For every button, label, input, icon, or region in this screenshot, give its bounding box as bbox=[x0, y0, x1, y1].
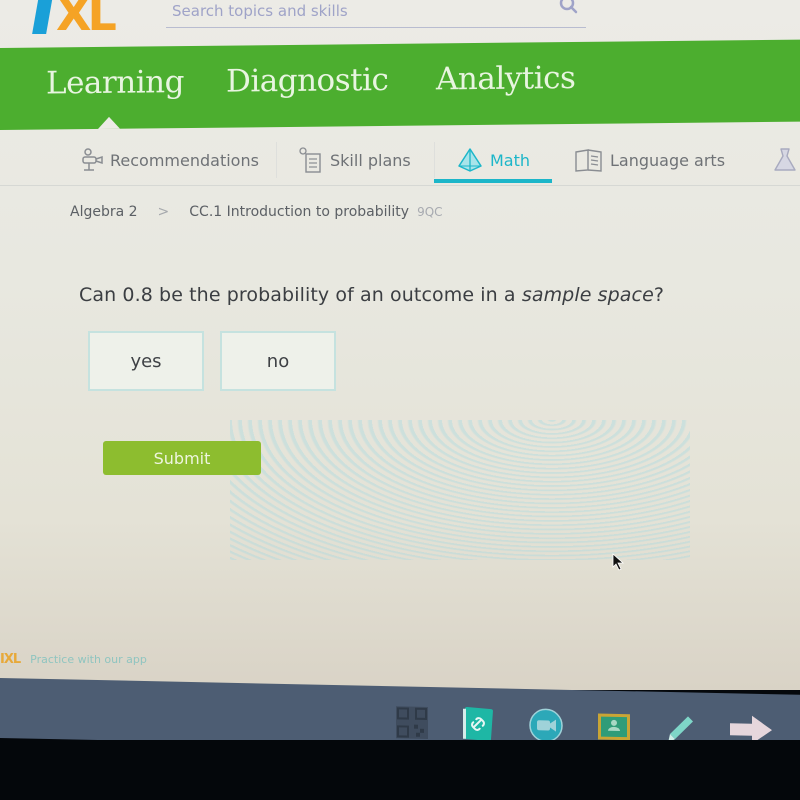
search-input[interactable] bbox=[166, 0, 546, 26]
tab-label: Recommendations bbox=[110, 150, 259, 170]
nav-diagnostic[interactable]: Diagnostic bbox=[226, 62, 388, 100]
tab-divider bbox=[434, 142, 435, 178]
question-text: Can 0.8 be the probability of an outcome… bbox=[79, 284, 664, 306]
skill-code: 9QC bbox=[417, 205, 443, 219]
link-notebook-icon[interactable] bbox=[460, 706, 496, 743]
tab-divider bbox=[276, 142, 277, 178]
breadcrumb-separator: > bbox=[157, 204, 170, 220]
active-nav-pointer bbox=[98, 116, 120, 129]
active-tab-underline bbox=[434, 179, 552, 183]
tab-label: Skill plans bbox=[330, 150, 411, 170]
video-camera-icon[interactable] bbox=[528, 707, 564, 744]
tab-language-arts[interactable]: Language arts bbox=[574, 142, 725, 178]
mini-ixl-logo: IXL bbox=[0, 652, 21, 667]
question-emphasis: sample space bbox=[521, 284, 654, 306]
tab-label: Language arts bbox=[610, 150, 726, 170]
screen-moire-pattern bbox=[230, 420, 690, 560]
main-nav: Learning Diagnostic Analytics bbox=[0, 39, 800, 130]
recommendations-icon bbox=[82, 148, 103, 171]
nav-analytics[interactable]: Analytics bbox=[436, 60, 575, 97]
question-part: Can 0.8 be the probability of an outcome… bbox=[79, 284, 522, 306]
search-bar bbox=[166, 0, 586, 28]
submit-button[interactable]: Submit bbox=[103, 441, 261, 475]
math-pyramid-icon bbox=[458, 148, 482, 172]
nav-learning[interactable]: Learning bbox=[46, 64, 184, 101]
logo-xl: XL bbox=[56, 0, 117, 41]
skill-plans-icon bbox=[299, 147, 321, 173]
qr-code-icon[interactable] bbox=[394, 704, 430, 741]
app-promo[interactable]: IXL Practice with our app bbox=[0, 652, 147, 667]
book-icon bbox=[575, 149, 602, 172]
search-icon[interactable] bbox=[558, 0, 580, 18]
monitor-bezel bbox=[0, 740, 800, 800]
science-flask-icon bbox=[774, 148, 796, 171]
tab-label: Math bbox=[490, 150, 531, 170]
mouse-cursor-icon bbox=[612, 553, 625, 571]
breadcrumb-skill: CC.1 Introduction to probability bbox=[189, 204, 410, 220]
tab-skill-plans[interactable]: Skill plans bbox=[298, 142, 411, 178]
question-part: ? bbox=[653, 284, 665, 306]
choice-yes[interactable]: yes bbox=[88, 331, 204, 391]
ixl-logo[interactable]: XL bbox=[32, 0, 117, 41]
logo-i bbox=[32, 0, 54, 34]
breadcrumb-course[interactable]: Algebra 2 bbox=[70, 204, 138, 220]
tab-math[interactable]: Math bbox=[456, 142, 530, 178]
breadcrumb: Algebra 2 > CC.1 Introduction to probabi… bbox=[70, 204, 443, 220]
subject-tabs: Recommendations Skill plans Math Languag… bbox=[0, 134, 800, 186]
app-promo-text[interactable]: Practice with our app bbox=[30, 653, 147, 666]
ixl-page: XL Learning Diagnostic Analytics Recomm bbox=[0, 0, 800, 690]
choice-no[interactable]: no bbox=[220, 331, 336, 391]
tab-science[interactable] bbox=[772, 142, 798, 178]
tab-recommendations[interactable]: Recommendations bbox=[80, 142, 259, 178]
